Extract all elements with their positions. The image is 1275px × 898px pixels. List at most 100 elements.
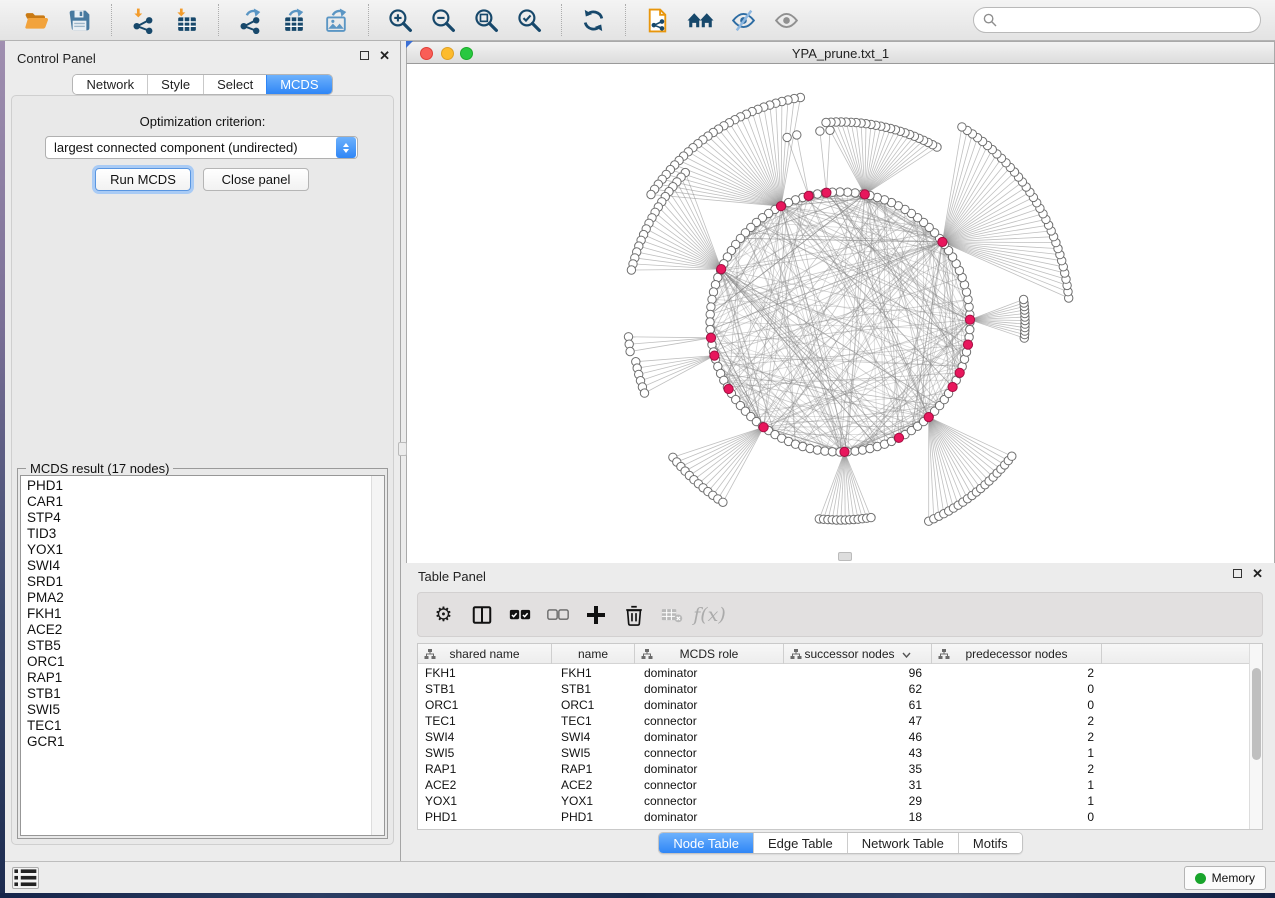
- mcds-result-list[interactable]: PHD1CAR1STP4TID3YOX1SWI4SRD1PMA2FKH1ACE2…: [20, 475, 385, 836]
- cell-successor_nodes[interactable]: 29: [784, 793, 932, 809]
- mcds-hub-node[interactable]: [924, 413, 933, 422]
- table-scrollbar-thumb[interactable]: [1252, 668, 1261, 760]
- control-panel-float-icon[interactable]: [360, 51, 369, 60]
- mcds-hub-node[interactable]: [860, 190, 869, 199]
- cell-successor_nodes[interactable]: 31: [784, 777, 932, 793]
- cell-mcds_role[interactable]: dominator: [635, 809, 784, 825]
- horizontal-splitter-handle[interactable]: [838, 552, 852, 561]
- cell-shared_name[interactable]: SWI4: [418, 729, 552, 745]
- cell-mcds_role[interactable]: dominator: [635, 761, 784, 777]
- cell-shared_name[interactable]: FKH1: [418, 665, 552, 681]
- cell-shared_name[interactable]: STB1: [418, 681, 552, 697]
- cell-shared_name[interactable]: PHD1: [418, 809, 552, 825]
- network-node[interactable]: [816, 127, 824, 135]
- mcds-result-item[interactable]: ACE2: [27, 622, 65, 638]
- zoom-out-button[interactable]: [422, 3, 465, 37]
- tab-mcds[interactable]: MCDS: [266, 75, 331, 94]
- export-image-button[interactable]: [315, 3, 358, 37]
- column-header-successor-nodes[interactable]: successor nodes: [784, 644, 932, 664]
- tab-style[interactable]: Style: [147, 75, 203, 94]
- delete-column-button[interactable]: [618, 598, 649, 632]
- column-header-MCDS-role[interactable]: MCDS role: [635, 644, 784, 664]
- mcds-result-item[interactable]: FKH1: [27, 606, 65, 622]
- network-node[interactable]: [627, 266, 635, 274]
- column-header-name[interactable]: name: [552, 644, 635, 664]
- cell-name[interactable]: SWI4: [552, 729, 635, 745]
- cell-predecessor_nodes[interactable]: 1: [932, 745, 1102, 761]
- cell-predecessor_nodes[interactable]: 1: [932, 777, 1102, 793]
- cell-predecessor_nodes[interactable]: 2: [932, 761, 1102, 777]
- cell-name[interactable]: ACE2: [552, 777, 635, 793]
- close-panel-button[interactable]: Close panel: [203, 168, 309, 191]
- zoom-fit-button[interactable]: [465, 3, 508, 37]
- cell-mcds_role[interactable]: dominator: [635, 697, 784, 713]
- table-row[interactable]: SWI5SWI5connector431: [418, 745, 1250, 761]
- tab-motifs[interactable]: Motifs: [958, 833, 1022, 853]
- add-column-button[interactable]: [580, 598, 611, 632]
- cell-shared_name[interactable]: ORC1: [418, 697, 552, 713]
- optimization-criterion-dropdown[interactable]: largest connected component (undirected): [45, 136, 358, 159]
- mcds-hub-node[interactable]: [710, 351, 719, 360]
- search-input[interactable]: [1003, 13, 1251, 28]
- network-node[interactable]: [966, 325, 974, 333]
- home-button[interactable]: [679, 3, 722, 37]
- control-panel-close-icon[interactable]: ✕: [379, 50, 390, 61]
- network-node[interactable]: [958, 123, 966, 131]
- mcds-result-item[interactable]: SWI4: [27, 558, 65, 574]
- mcds-result-item[interactable]: YOX1: [27, 542, 65, 558]
- table-row[interactable]: TEC1TEC1connector472: [418, 713, 1250, 729]
- network-node[interactable]: [783, 133, 791, 141]
- mcds-hub-node[interactable]: [706, 333, 715, 342]
- new-network-from-file-button[interactable]: [636, 3, 679, 37]
- mcds-hub-node[interactable]: [965, 315, 974, 324]
- table-scrollbar[interactable]: [1249, 644, 1262, 829]
- table-row[interactable]: FKH1FKH1dominator962: [418, 665, 1250, 681]
- mcds-list-scrollbar[interactable]: [371, 476, 384, 835]
- import-table-button[interactable]: [165, 3, 208, 37]
- tab-edge-table[interactable]: Edge Table: [753, 833, 847, 853]
- mcds-hub-node[interactable]: [938, 237, 947, 246]
- cell-mcds_role[interactable]: dominator: [635, 729, 784, 745]
- cell-mcds_role[interactable]: dominator: [635, 681, 784, 697]
- table-row[interactable]: PHD1PHD1dominator180: [418, 809, 1250, 825]
- mcds-result-item[interactable]: STP4: [27, 510, 65, 526]
- cell-mcds_role[interactable]: dominator: [635, 665, 784, 681]
- mcds-hub-node[interactable]: [948, 382, 957, 391]
- gear-button[interactable]: ⚙: [428, 598, 459, 632]
- network-node[interactable]: [826, 126, 834, 134]
- table-row[interactable]: RAP1RAP1dominator352: [418, 761, 1250, 777]
- zoom-in-button[interactable]: [379, 3, 422, 37]
- network-node[interactable]: [719, 498, 727, 506]
- task-history-button[interactable]: [12, 867, 39, 889]
- mcds-result-item[interactable]: STB1: [27, 686, 65, 702]
- network-node[interactable]: [867, 513, 875, 521]
- table-panel-close-icon[interactable]: ✕: [1252, 568, 1263, 579]
- cell-predecessor_nodes[interactable]: 2: [932, 713, 1102, 729]
- cell-predecessor_nodes[interactable]: 0: [932, 681, 1102, 697]
- cell-mcds_role[interactable]: connector: [635, 745, 784, 761]
- show-graphics-details-button[interactable]: [765, 3, 808, 37]
- mcds-hub-node[interactable]: [717, 265, 726, 274]
- mcds-hub-node[interactable]: [724, 384, 733, 393]
- cell-shared_name[interactable]: ACE2: [418, 777, 552, 793]
- table-panel-float-icon[interactable]: [1233, 569, 1242, 578]
- mcds-result-item[interactable]: SWI5: [27, 702, 65, 718]
- mcds-result-item[interactable]: ORC1: [27, 654, 65, 670]
- cell-predecessor_nodes[interactable]: 0: [932, 697, 1102, 713]
- tab-select[interactable]: Select: [203, 75, 266, 94]
- mcds-result-item[interactable]: CAR1: [27, 494, 65, 510]
- import-network-button[interactable]: [122, 3, 165, 37]
- network-graph[interactable]: [407, 64, 1275, 563]
- open-file-button[interactable]: [15, 3, 58, 37]
- mcds-hub-node[interactable]: [776, 202, 785, 211]
- network-node[interactable]: [822, 118, 830, 126]
- cell-mcds_role[interactable]: connector: [635, 793, 784, 809]
- cell-shared_name[interactable]: SWI5: [418, 745, 552, 761]
- cell-successor_nodes[interactable]: 43: [784, 745, 932, 761]
- mcds-result-item[interactable]: PHD1: [27, 478, 65, 494]
- mcds-result-item[interactable]: STB5: [27, 638, 65, 654]
- cell-successor_nodes[interactable]: 47: [784, 713, 932, 729]
- mcds-result-item[interactable]: TEC1: [27, 718, 65, 734]
- table-row[interactable]: SWI4SWI4dominator462: [418, 729, 1250, 745]
- table-row[interactable]: ORC1ORC1dominator610: [418, 697, 1250, 713]
